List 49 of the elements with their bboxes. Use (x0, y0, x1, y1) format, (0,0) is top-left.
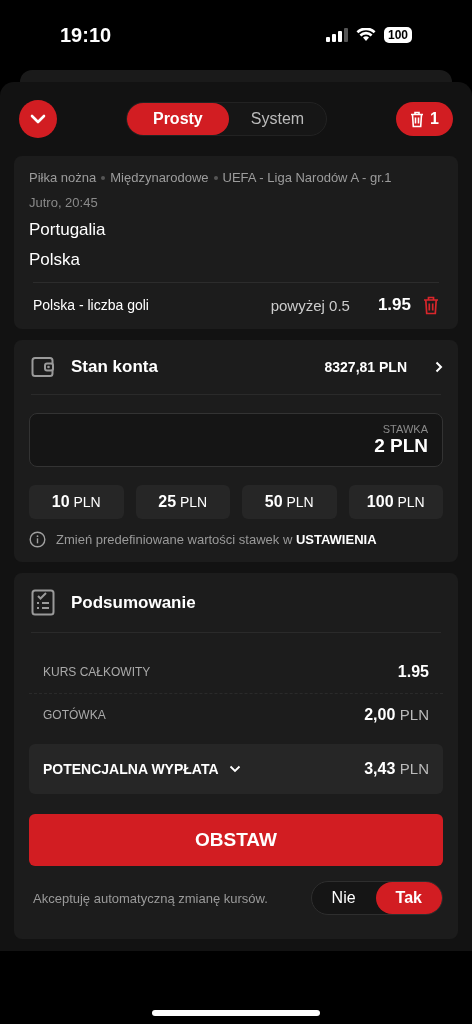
team-name: Portugalia (29, 220, 107, 240)
section-title: Stan konta (71, 357, 159, 377)
team-name: Polska (29, 250, 82, 270)
quick-stake-button[interactable]: 50 PLN (242, 485, 337, 519)
event-time: Jutro, 20:45 (29, 195, 99, 210)
battery-level: 100 (383, 27, 412, 43)
payout-label: POTENCJALNA WYPŁATA (43, 761, 219, 777)
summary-label: KURS CAŁKOWITY (43, 665, 151, 679)
payout-panel[interactable]: POTENCJALNA WYPŁATA 3,43 PLN (29, 744, 443, 794)
collapse-button[interactable] (19, 100, 57, 138)
checklist-icon (31, 589, 55, 616)
quick-stake-button[interactable]: 100 PLN (348, 485, 443, 519)
section-title: Podsumowanie (71, 592, 197, 613)
bet-type-tab[interactable]: Prosty (126, 103, 229, 135)
separator-dot (213, 175, 218, 180)
market-name: Polska - liczba goli (33, 297, 150, 313)
status-time: 19:10 (60, 23, 112, 47)
settings-hint: Zmień predefiniowane wartości stawek w USTAWIENIA (56, 532, 377, 547)
payout-value: 3,43 PLN (364, 760, 429, 778)
stake-value: 2 PLN (374, 435, 428, 457)
accept-odds-label: Akceptuję automatyczną zmianę kursów. (32, 890, 268, 906)
stake-label: STAWKA (382, 423, 428, 435)
selection-odds: 1.95 (377, 295, 411, 315)
quick-stake-button[interactable]: 25 PLN (135, 485, 230, 519)
delete-icon[interactable] (423, 295, 439, 315)
trash-icon (410, 110, 425, 128)
selection-pick: powyżej 0.5 (270, 296, 350, 314)
signal-icon (325, 28, 348, 42)
account-balance: 8327,81 PLN (324, 359, 407, 375)
toggle-option[interactable]: Tak (375, 882, 442, 914)
summary-value: 1.95 (397, 663, 429, 681)
stake-field[interactable]: STAWKA 2 PLN (29, 413, 443, 467)
bet-type-tab[interactable]: System (228, 103, 327, 135)
chevron-down-icon (228, 765, 241, 773)
summary-label: GOTÓWKA (43, 708, 106, 722)
breadcrumb-item: UEFA - Liga Narodów A - gr.1 (222, 170, 392, 185)
breadcrumb-item: Piłka nożna (29, 170, 97, 185)
summary-value: 2,00 PLN (364, 706, 429, 724)
info-icon (29, 531, 46, 548)
quick-stake-button[interactable]: 10 PLN (29, 485, 124, 519)
clear-slip-button[interactable]: 1 (396, 102, 453, 136)
wifi-icon (355, 28, 376, 42)
breadcrumb-item: Międzynarodowe (110, 170, 209, 185)
toggle-option[interactable]: Nie (311, 882, 376, 914)
separator-dot (101, 175, 106, 180)
chevron-down-icon (30, 114, 46, 124)
chevron-right-icon[interactable] (435, 361, 443, 373)
place-bet-button[interactable]: OBSTAW (29, 814, 443, 866)
wallet-icon (31, 356, 55, 378)
